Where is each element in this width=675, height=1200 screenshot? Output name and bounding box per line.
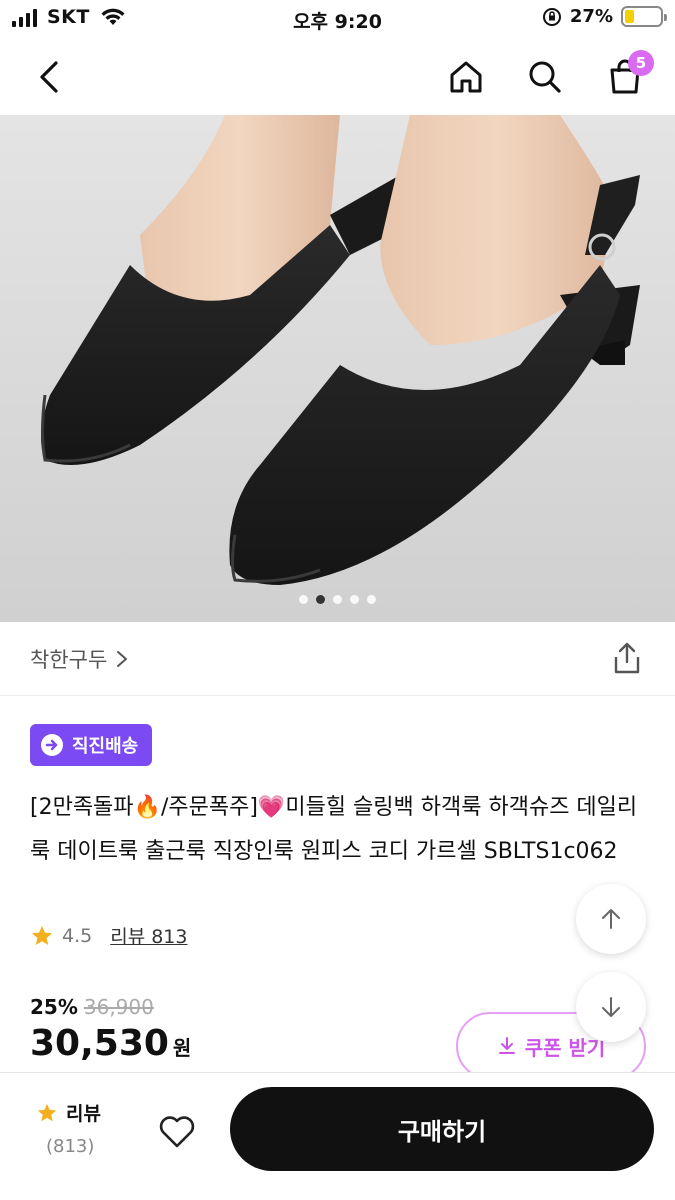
search-icon: [529, 61, 561, 93]
like-button[interactable]: [152, 1107, 202, 1157]
battery-icon: [621, 6, 667, 27]
review-count-link[interactable]: 리뷰 813: [110, 922, 187, 949]
status-bar: SKT 오후 9:20 27%: [0, 0, 675, 40]
sale-price: 30,530: [30, 1023, 169, 1064]
app-header: 5: [0, 40, 675, 115]
home-icon: [450, 61, 482, 93]
direct-shipping-badge: 직진배송: [30, 724, 153, 766]
chevron-right-icon: [117, 651, 128, 667]
fire-emoji: 🔥: [133, 795, 161, 820]
carousel-dot[interactable]: [316, 595, 325, 604]
orientation-lock-icon: [542, 7, 561, 26]
cart-count-badge: 5: [628, 50, 654, 76]
brand-row: 착한구두: [0, 622, 675, 696]
cart-button[interactable]: 5: [600, 50, 654, 102]
review-count: (813): [46, 1136, 95, 1157]
badge-label: 직진배송: [72, 736, 139, 757]
arrow-up-icon: [602, 909, 620, 929]
back-button[interactable]: [24, 52, 74, 102]
carousel-indicator: [0, 595, 675, 604]
title-part: [2만족돌파: [30, 795, 134, 820]
brand-link[interactable]: 착한구두: [30, 644, 129, 674]
home-button[interactable]: [441, 52, 491, 102]
scroll-top-button[interactable]: [576, 884, 646, 954]
product-image-carousel[interactable]: [0, 115, 675, 622]
download-icon: [498, 1037, 515, 1054]
discount-rate: 25%: [30, 995, 78, 1019]
bottom-action-bar: 리뷰 (813) 구매하기: [0, 1072, 675, 1200]
share-button[interactable]: [609, 640, 645, 676]
review-title: 리뷰: [66, 1103, 101, 1125]
brand-name: 착한구두: [30, 648, 108, 672]
carousel-dot[interactable]: [333, 595, 342, 604]
heart-emoji: 💗: [257, 795, 286, 820]
star-icon: [32, 925, 52, 945]
price-block: 25% 36,900 30,530 원: [30, 995, 191, 1064]
chevron-left-icon: [40, 61, 58, 93]
carousel-dot[interactable]: [367, 595, 376, 604]
scroll-bottom-button[interactable]: [576, 972, 646, 1042]
buy-button[interactable]: 구매하기: [230, 1087, 654, 1171]
rating-score: 4.5: [62, 924, 93, 947]
carousel-dot[interactable]: [350, 595, 359, 604]
star-icon: [37, 1103, 57, 1121]
product-title: [2만족돌파🔥/주문폭주]💗미들힐 슬링백 하객룩 하객슈즈 데일리룩 데이트룩…: [30, 786, 645, 874]
direct-shipping-icon: [41, 734, 63, 756]
battery-percent: 27%: [569, 6, 613, 27]
search-button[interactable]: [520, 52, 570, 102]
share-icon: [614, 642, 640, 674]
heart-icon: [159, 1116, 195, 1148]
review-summary-button[interactable]: 리뷰 (813): [36, 1099, 116, 1157]
arrow-down-icon: [602, 997, 620, 1017]
title-part: /주문폭주]: [160, 795, 258, 820]
original-price: 36,900: [83, 995, 154, 1019]
product-photo: [0, 115, 675, 622]
carousel-dot[interactable]: [299, 595, 308, 604]
currency-label: 원: [172, 1036, 192, 1060]
rating-row: 4.5 리뷰 813: [30, 922, 187, 949]
